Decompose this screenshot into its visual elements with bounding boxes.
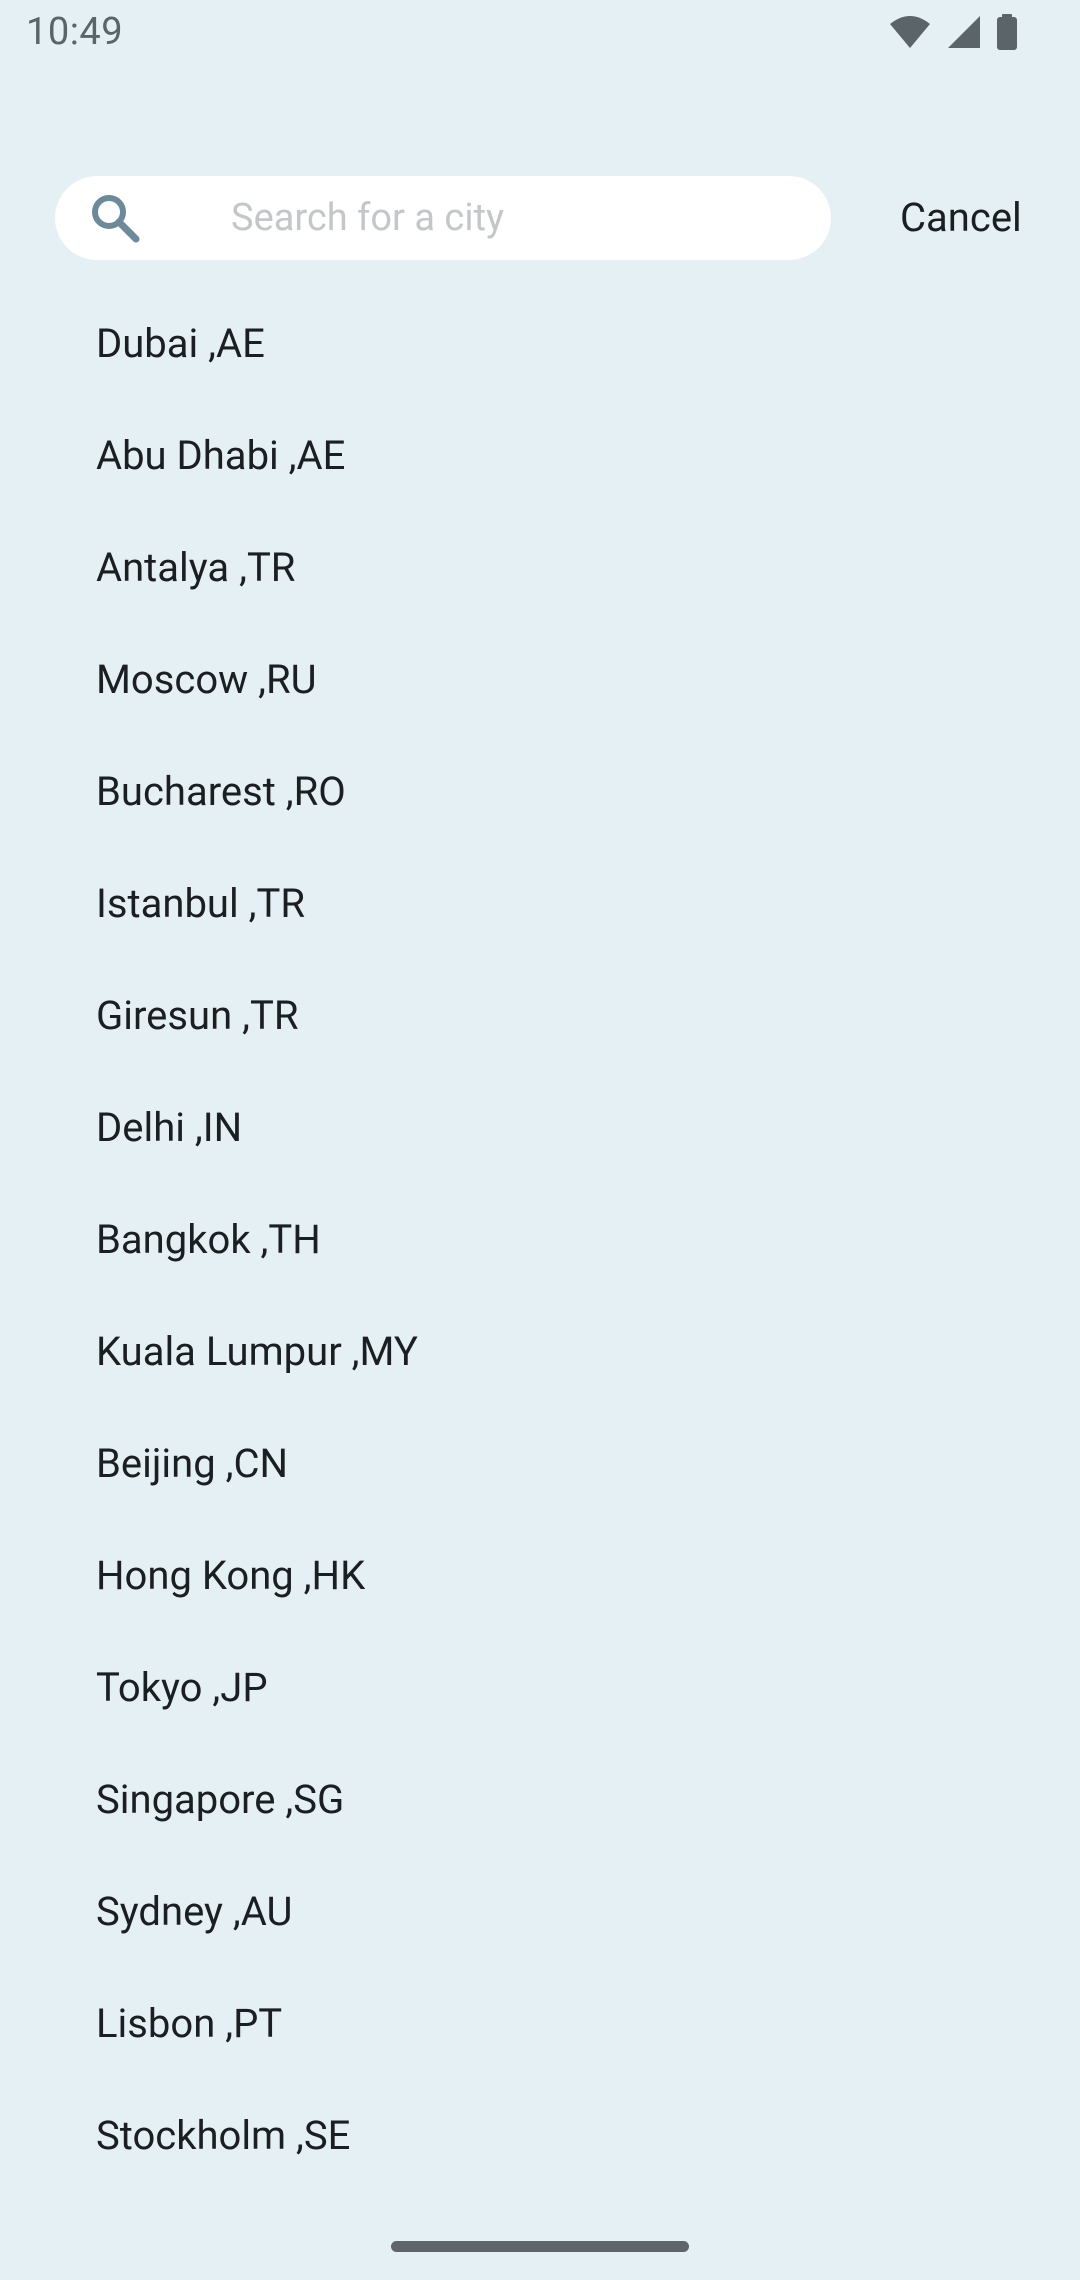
search-icon	[89, 192, 141, 244]
wifi-icon	[888, 14, 932, 50]
city-item-beijing[interactable]: Beijing ,CN	[0, 1408, 1080, 1520]
city-item-bangkok[interactable]: Bangkok ,TH	[0, 1184, 1080, 1296]
city-item-lisbon[interactable]: Lisbon ,PT	[0, 1968, 1080, 2080]
cellular-signal-icon	[946, 14, 982, 50]
search-box[interactable]	[55, 176, 831, 260]
city-item-bucharest[interactable]: Bucharest ,RO	[0, 736, 1080, 848]
city-search-screen: 10:49 Search for a city Cancel Dubai ,AE…	[0, 0, 1080, 2280]
search-row: Cancel	[0, 176, 1080, 260]
city-item-stockholm[interactable]: Stockholm ,SE	[0, 2080, 1080, 2192]
city-item-singapore[interactable]: Singapore ,SG	[0, 1744, 1080, 1856]
city-item-kuala-lumpur[interactable]: Kuala Lumpur ,MY	[0, 1296, 1080, 1408]
city-list: Dubai ,AE Abu Dhabi ,AE Antalya ,TR Mosc…	[0, 288, 1080, 2192]
city-item-delhi[interactable]: Delhi ,IN	[0, 1072, 1080, 1184]
status-icons	[888, 14, 1018, 50]
city-item-abu-dhabi[interactable]: Abu Dhabi ,AE	[0, 400, 1080, 512]
city-item-giresun[interactable]: Giresun ,TR	[0, 960, 1080, 1072]
city-item-dubai[interactable]: Dubai ,AE	[0, 288, 1080, 400]
city-item-antalya[interactable]: Antalya ,TR	[0, 512, 1080, 624]
city-item-sydney[interactable]: Sydney ,AU	[0, 1856, 1080, 1968]
battery-icon	[996, 14, 1018, 50]
status-bar: 10:49	[0, 0, 1080, 70]
city-item-hong-kong[interactable]: Hong Kong ,HK	[0, 1520, 1080, 1632]
cancel-button[interactable]: Cancel	[886, 176, 1036, 260]
status-time: 10:49	[26, 10, 124, 54]
city-item-moscow[interactable]: Moscow ,RU	[0, 624, 1080, 736]
city-item-istanbul[interactable]: Istanbul ,TR	[0, 848, 1080, 960]
search-input[interactable]	[231, 176, 791, 260]
city-item-tokyo[interactable]: Tokyo ,JP	[0, 1632, 1080, 1744]
home-indicator[interactable]	[391, 2241, 689, 2252]
